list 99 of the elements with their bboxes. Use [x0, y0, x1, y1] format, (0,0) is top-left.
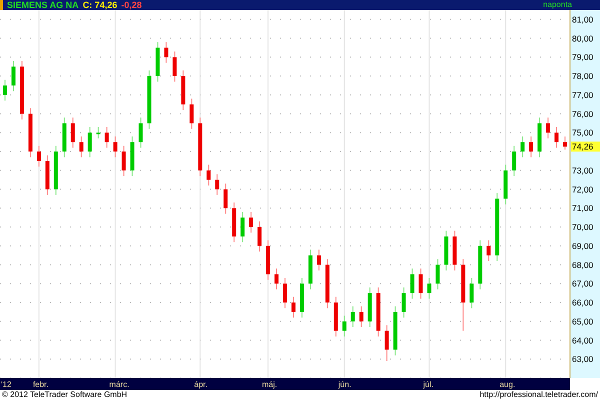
price-tick-label: 75,00: [572, 128, 594, 138]
candlestick: [156, 42, 160, 82]
price-tick-label: 70,00: [572, 222, 594, 232]
candlestick: [258, 220, 262, 252]
candlestick: [224, 183, 228, 214]
candlestick: [529, 136, 534, 158]
month-tick-label: márc.: [109, 380, 130, 389]
price-tick-label: 72,00: [572, 184, 594, 194]
last-price-marker: 74,26: [571, 142, 600, 152]
candlestick: [427, 277, 432, 300]
candlestick: [402, 286, 406, 318]
candlestick: [470, 277, 474, 309]
candlestick: [20, 60, 24, 120]
candlestick: [88, 126, 92, 158]
candlestick: [393, 306, 398, 356]
candlestick: [334, 296, 338, 337]
price-tick-label: 64,00: [572, 335, 594, 346]
price-tick-label: 78,00: [572, 71, 594, 82]
candlestick: [325, 258, 330, 309]
candlestick: [478, 240, 482, 290]
candlestick: [240, 211, 245, 243]
candlestick: [504, 164, 508, 205]
candlestick: [368, 286, 372, 328]
price-tick-label: 76,00: [572, 108, 594, 119]
price-tick-label: 66,00: [572, 298, 594, 308]
month-tick-label: máj.: [262, 380, 278, 389]
candlestick: [266, 240, 270, 280]
candlestick: [300, 277, 304, 318]
candlestick: [316, 249, 321, 271]
candlestick: [54, 145, 58, 196]
candlestick: [520, 136, 525, 158]
candlestick: [308, 249, 312, 290]
candlestick: [113, 136, 118, 158]
candlestick: [147, 70, 152, 130]
price-tick-label: 65,00: [572, 316, 594, 326]
candlestick: [79, 136, 84, 158]
interval-label: naponta: [543, 0, 572, 10]
close-price: C: 74,26: [82, 0, 118, 10]
candlestick: [410, 268, 414, 300]
candlestick: [350, 306, 355, 328]
month-tick-label: ápr.: [194, 380, 208, 389]
candlestick: [486, 240, 491, 262]
candlestick: [283, 277, 287, 309]
website-url: http://professional.teletrader.com/: [480, 390, 598, 400]
candlestick: [554, 126, 559, 148]
candlestick: [62, 117, 66, 158]
candlestick: [70, 117, 75, 148]
price-tick-label: 69,00: [572, 240, 594, 251]
price-change: -0,28: [121, 0, 142, 10]
price-tick-label: 80,00: [572, 33, 594, 44]
candlestick: [36, 145, 41, 168]
candlestick: [538, 117, 542, 158]
candlestick: [384, 324, 389, 362]
candlestick: [546, 117, 550, 139]
price-tick-label: 71,00: [572, 203, 594, 214]
candlestick: [164, 42, 168, 64]
candlestick: [215, 174, 220, 196]
candlestick: [291, 296, 296, 318]
price-tick-label: 63,00: [572, 354, 594, 364]
candlestick: [122, 145, 126, 177]
price-tick-label: 77,00: [572, 90, 594, 100]
candlestick: [181, 70, 186, 111]
candlestick: [249, 211, 254, 234]
instrument-name: SIEMENS AG NA: [7, 0, 79, 10]
candlestick: [130, 136, 134, 177]
candlestick: [342, 315, 346, 337]
candlestick: [172, 51, 177, 82]
candlestick: [563, 136, 567, 150]
copyright-text: © 2012 TeleTrader Software GmbH: [2, 390, 128, 400]
month-tick-label: júl.: [423, 380, 434, 389]
candlestick: [45, 154, 50, 196]
candlestick: [206, 164, 211, 186]
candlestick: [452, 230, 457, 271]
month-tick-label: aug.: [500, 380, 516, 389]
price-tick-label: 67,00: [572, 278, 594, 289]
candlestick: [495, 192, 500, 262]
candlestick: [138, 117, 143, 148]
price-tick-label: 73,00: [572, 165, 594, 176]
candlestick: [198, 117, 202, 177]
candlestick: [3, 79, 7, 102]
candlestick: [444, 230, 448, 271]
candlestick: [418, 268, 423, 300]
candlestick: [359, 306, 364, 328]
candlestick: [104, 126, 109, 148]
candlestick: [376, 286, 380, 337]
price-tick-label: 81,00: [572, 14, 594, 24]
candlestick: [436, 258, 440, 290]
price-tick-label: 68,00: [572, 260, 594, 270]
candlestick: [96, 126, 100, 139]
month-tick-label: febr.: [32, 380, 49, 389]
candlestick: [232, 202, 236, 243]
candlestick: [28, 108, 32, 158]
month-tick-label: jún.: [338, 380, 352, 389]
candlestick: [274, 268, 279, 290]
candlestick: [190, 98, 194, 130]
month-tick-label: '12: [1, 380, 12, 389]
candlestick: [512, 145, 516, 177]
price-tick-label: 79,00: [572, 52, 594, 62]
candlestick: [11, 60, 16, 92]
